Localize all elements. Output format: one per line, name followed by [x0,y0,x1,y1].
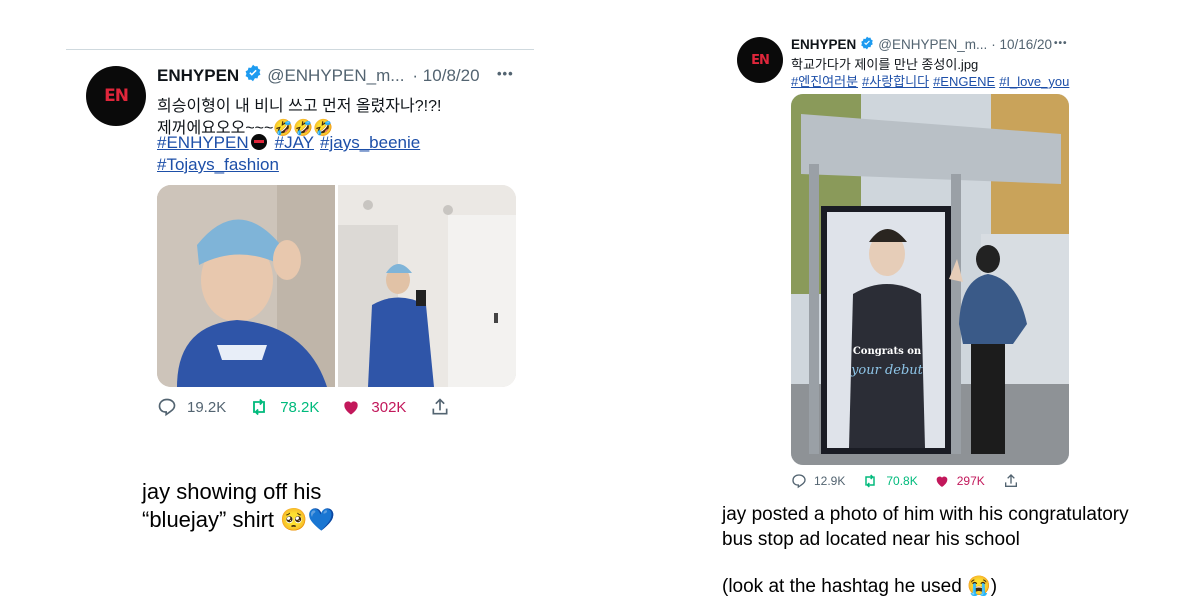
tweet-text-line1: 희승이형이 내 비니 쓰고 먼저 올렸자나?!?! [157,98,442,115]
caption-right-line3: (look at the hashtag he used 😭) [722,576,998,597]
account-handle[interactable]: @ENHYPEN_m... [267,66,404,86]
reply-icon [158,398,176,417]
reply-icon [792,474,806,489]
hashtags-line2: #Tojays_fashion [157,155,285,175]
poster-text-congrats: Congrats on [853,346,922,357]
share-icon [1004,474,1017,487]
caption-right: jay posted a photo of him with his congr… [722,502,1129,599]
timeline-divider [66,49,534,50]
account-name[interactable]: ENHYPEN [791,37,856,52]
retweet-icon [253,398,266,416]
selfie-image [157,185,335,387]
account-handle[interactable]: @ENHYPEN_m... [878,37,987,52]
retweet-button[interactable]: 78.2K [248,397,319,417]
tweet-date[interactable]: · 10/8/20 [412,66,479,86]
hashtag-engene[interactable]: #ENGENE [933,74,995,89]
mirror-image [338,185,516,387]
like-button[interactable]: 302K [341,397,406,417]
tweet-date[interactable]: · 10/16/20 [991,37,1052,52]
retweet-button[interactable]: 70.8K [861,473,918,489]
like-count: 297K [956,474,985,488]
hashtag-i-love-you-kr[interactable]: #사랑합니다 [862,74,929,89]
caption-left-line1: jay showing off his [142,479,322,504]
like-button[interactable]: 297K [934,473,985,489]
like-count: 302K [371,398,407,416]
reply-button[interactable]: 12.9K [791,473,845,489]
verified-badge-icon [244,64,262,87]
retweet-icon [865,474,876,488]
share-icon [432,398,448,415]
poster-text-debut: your debut [850,363,924,378]
more-options-icon[interactable]: ••• [497,66,514,81]
enhypen-logo: EN [751,52,770,68]
enhypen-logo: EN [104,86,129,106]
avatar[interactable]: EN [737,37,783,83]
retweet-count: 70.8K [886,474,918,488]
tweet-photo-bus-stop[interactable]: Congrats on your debut [791,94,1069,465]
reply-count: 12.9K [814,474,846,488]
caption-right-line2: bus stop ad located near his school [722,529,1020,550]
heart-icon [936,476,948,487]
reply-button[interactable]: 19.2K [157,397,226,417]
hashtag-i-love-you[interactable]: #I_love_you [999,74,1069,89]
caption-right-line1: jay posted a photo of him with his congr… [722,504,1129,525]
avatar[interactable]: EN [86,66,146,126]
enhypen-emoji-icon [250,134,267,150]
bus-stop-image: Congrats on your debut [791,94,1069,465]
hashtags-line: #엔진여러분 #사랑합니다 #ENGENE #I_love_you [791,71,1075,90]
hashtag-tojays-fashion[interactable]: #Tojays_fashion [157,155,279,174]
heart-icon [344,401,359,415]
caption-left-line2: “bluejay” shirt 🥺💙 [142,507,335,532]
hashtag-jays-beenie[interactable]: #jays_beenie [320,133,420,152]
tweet-photo-mirror[interactable] [338,185,516,387]
more-options-icon[interactable]: ••• [1054,38,1068,49]
hashtag-enhypen[interactable]: #ENHYPEN [157,133,249,152]
hashtag-engine-everyone[interactable]: #엔진여러분 [791,74,858,89]
verified-badge-icon [860,36,874,53]
hashtag-jay[interactable]: #JAY [275,133,314,152]
reply-count: 19.2K [187,398,227,416]
hashtags-line1: #ENHYPEN #JAY #jays_beenie [157,133,426,153]
share-button[interactable] [1003,473,1019,489]
share-button[interactable] [430,397,450,417]
tweet-photo-selfie[interactable] [157,185,335,387]
account-name[interactable]: ENHYPEN [157,66,239,86]
retweet-count: 78.2K [280,398,320,416]
caption-left: jay showing off his “bluejay” shirt 🥺💙 [142,478,335,534]
